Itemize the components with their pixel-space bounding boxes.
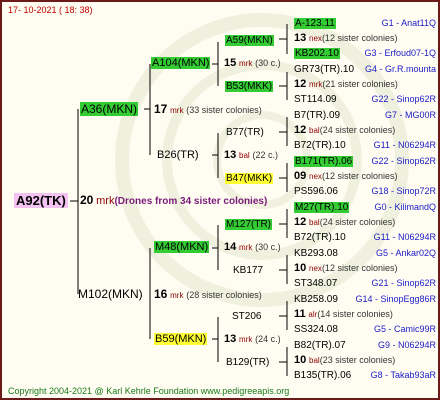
gen4-origin-link[interactable]: G18 - Sinop72R — [371, 185, 436, 198]
gen2-3-drones: 14 mrk (30 c.) — [224, 241, 281, 253]
gen4-queen[interactable]: B82(TR).07 — [294, 339, 346, 352]
gen2-4[interactable]: B59(MKN) — [154, 333, 208, 346]
gen3-4[interactable]: B47(MKK) — [225, 172, 274, 185]
root-queen-label: A92(TK) — [14, 193, 68, 208]
gen4-drones: 13 nex(12 sister colonies) — [294, 32, 398, 44]
gen4-origin-link[interactable]: G14 - SinopEgg86R — [355, 293, 436, 306]
gen4-drones: 09 nex(12 sister colonies) — [294, 170, 398, 182]
gen3-1[interactable]: A59(MKN) — [225, 34, 274, 47]
gen4-queen[interactable]: A-123.11 — [294, 17, 336, 30]
pedigree-panel: 17- 10-2021 ( 18: 38) A92(TK) 20 mrk(Dro… — [0, 0, 440, 400]
gen4-queen[interactable]: GR73(TR).10 — [294, 63, 354, 76]
root-queen[interactable]: A92(TK) — [14, 193, 68, 209]
gen4-queen[interactable]: B72(TR).10 — [294, 139, 346, 152]
gen4-origin-link[interactable]: G22 - Sinop62R — [371, 155, 436, 168]
gen4-drones: 10 bal(23 sister colonies) — [294, 354, 396, 366]
gen4-queen[interactable]: KB293.08 — [294, 247, 338, 260]
gen1-bottom[interactable]: M102(MKN) — [78, 287, 143, 301]
gen4-origin-link[interactable]: G8 - Takab93aR — [371, 369, 436, 382]
timestamp: 17- 10-2021 ( 18: 38) — [8, 5, 93, 15]
gen3-6[interactable]: KB177 — [233, 264, 263, 277]
gen4-origin-link[interactable]: G7 - MG00R — [385, 109, 436, 122]
gen4-origin-link[interactable]: G11 - N06294R — [374, 231, 436, 244]
gen4-origin-link[interactable]: G5 - Camic99R — [374, 323, 436, 336]
gen4-queen[interactable]: KB258.09 — [294, 293, 338, 306]
gen4-queen[interactable]: B135(TR).06 — [294, 369, 351, 382]
gen4-origin-link[interactable]: G5 - Ankar02Q — [376, 247, 436, 260]
gen4-origin-link[interactable]: G4 - Gr.R.mounta — [365, 63, 436, 76]
gen3-8[interactable]: B129(TR) — [226, 356, 269, 369]
gen4-drones: 12 bal(24 sister colonies) — [294, 216, 396, 228]
gen2-2-drones: 13 bal (22 c.) — [224, 149, 279, 161]
gen4-queen[interactable]: B7(TR).09 — [294, 109, 340, 122]
gen3-3[interactable]: B77(TR) — [226, 126, 264, 139]
gen4-queen[interactable]: SS324.08 — [294, 323, 338, 336]
gen4-origin-link[interactable]: G21 - Sinop62R — [371, 277, 436, 290]
gen4-queen[interactable]: B171(TR).06 — [294, 155, 354, 168]
gen2-1-drones: 15 mrk (30 c.) — [224, 57, 281, 69]
gen2-4-drones: 13 mrk (24 c.) — [224, 333, 281, 345]
copyright: Copyright 2004-2021 @ Karl Kehrle Founda… — [8, 386, 290, 396]
gen3-2[interactable]: B53(MKK) — [225, 80, 274, 93]
gen4-drones: 12 mrk(21 sister colonies) — [294, 78, 398, 90]
gen4-origin-link[interactable]: G1 - Anat11Q — [382, 17, 436, 30]
gen4-queen[interactable]: M27(TR).10 — [294, 201, 350, 214]
gen4-origin-link[interactable]: G11 - N06294R — [374, 139, 436, 152]
gen4-origin-link[interactable]: G22 - Sinop62R — [371, 93, 436, 106]
gen4-queen[interactable]: ST114.09 — [294, 93, 337, 106]
gen4-origin-link[interactable]: G3 - Erfoud07-1Q — [364, 47, 436, 60]
gen1-top[interactable]: A36(MKN) — [80, 102, 139, 116]
gen2-1[interactable]: A104(MKN) — [151, 57, 211, 70]
gen3-7[interactable]: ST206 — [232, 310, 261, 323]
root-drones: 20 mrk(Drones from 34 sister colonies) — [80, 193, 268, 207]
gen1-top-drones: 17 mrk (33 sister colonies) — [154, 102, 262, 116]
gen4-drones: 10 nex(12 sister colonies) — [294, 262, 398, 274]
gen4-queen[interactable]: B72(TR).10 — [294, 231, 346, 244]
gen4-origin-link[interactable]: G9 - N06294R — [378, 339, 436, 352]
gen4-origin-link[interactable]: G0 - KilimandQ — [374, 201, 436, 214]
gen2-3[interactable]: M48(MKN) — [154, 241, 210, 254]
gen4-queen[interactable]: KB202.10 — [294, 47, 340, 60]
gen3-5[interactable]: M127(TR) — [225, 218, 273, 231]
gen2-2[interactable]: B26(TR) — [157, 149, 199, 162]
gen4-queen[interactable]: PS596.06 — [294, 185, 338, 198]
gen4-queen[interactable]: ST348.07 — [294, 277, 337, 290]
gen4-drones: 11 alr(14 sister colonies) — [294, 308, 393, 320]
gen4-drones: 12 bal(24 sister colonies) — [294, 124, 396, 136]
gen1-bottom-drones: 16 mrk (28 sister colonies) — [154, 287, 262, 301]
